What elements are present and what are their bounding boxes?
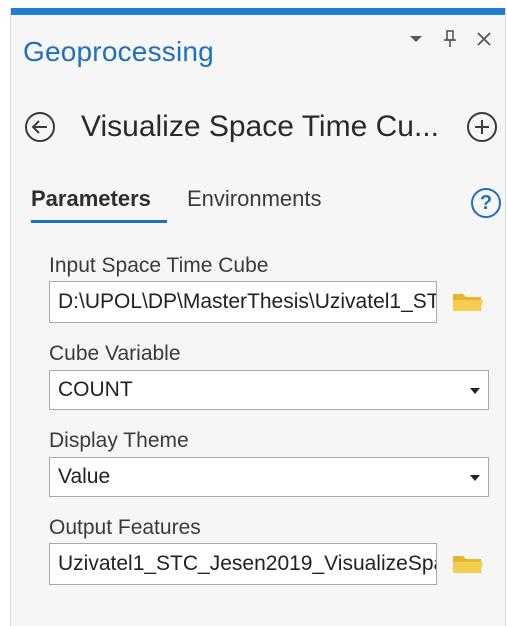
- back-arrow-icon: [31, 120, 47, 134]
- pane-title-controls: [407, 30, 493, 48]
- output-features-field[interactable]: Uzivatel1_STC_Jesen2019_VisualizeSpaceTi…: [49, 543, 437, 585]
- output-features-label: Output Features: [49, 516, 201, 539]
- input-cube-field[interactable]: D:\UPOL\DP\MasterThesis\Uzivatel1_STC_Je…: [49, 281, 437, 323]
- help-icon[interactable]: ?: [471, 188, 501, 218]
- plus-icon: [475, 120, 489, 134]
- cube-variable-select[interactable]: COUNT: [49, 370, 489, 410]
- chevron-down-icon: [470, 388, 480, 394]
- back-button[interactable]: [25, 112, 55, 142]
- input-cube-label: Input Space Time Cube: [49, 254, 269, 277]
- dropdown-arrow-icon[interactable]: [407, 30, 425, 48]
- cube-variable-label: Cube Variable: [49, 342, 181, 365]
- pin-icon[interactable]: [441, 30, 459, 48]
- pane-accent-bar: [11, 8, 505, 15]
- tool-tabs: Parameters Environments ?: [31, 186, 501, 226]
- browse-output-button[interactable]: [451, 551, 485, 577]
- browse-input-button[interactable]: [451, 289, 485, 315]
- cube-variable-value: COUNT: [58, 378, 133, 401]
- folder-icon: [453, 556, 483, 573]
- folder-icon: [453, 294, 483, 311]
- tab-environments[interactable]: Environments: [187, 186, 322, 212]
- display-theme-select[interactable]: Value: [49, 457, 489, 497]
- tool-title: Visualize Space Time Cu...: [81, 110, 439, 143]
- add-to-favorites-button[interactable]: [467, 112, 497, 142]
- tab-parameters[interactable]: Parameters: [31, 186, 151, 212]
- close-icon[interactable]: [475, 30, 493, 48]
- pane-title: Geoprocessing: [23, 36, 214, 67]
- geoprocessing-pane: Geoprocessing Visualize Space Time Cu...…: [10, 8, 506, 626]
- display-theme-label: Display Theme: [49, 429, 189, 452]
- active-tab-indicator: [31, 220, 167, 223]
- tool-header: Visualize Space Time Cu...: [25, 106, 497, 152]
- chevron-down-icon: [470, 475, 480, 481]
- display-theme-value: Value: [58, 465, 111, 488]
